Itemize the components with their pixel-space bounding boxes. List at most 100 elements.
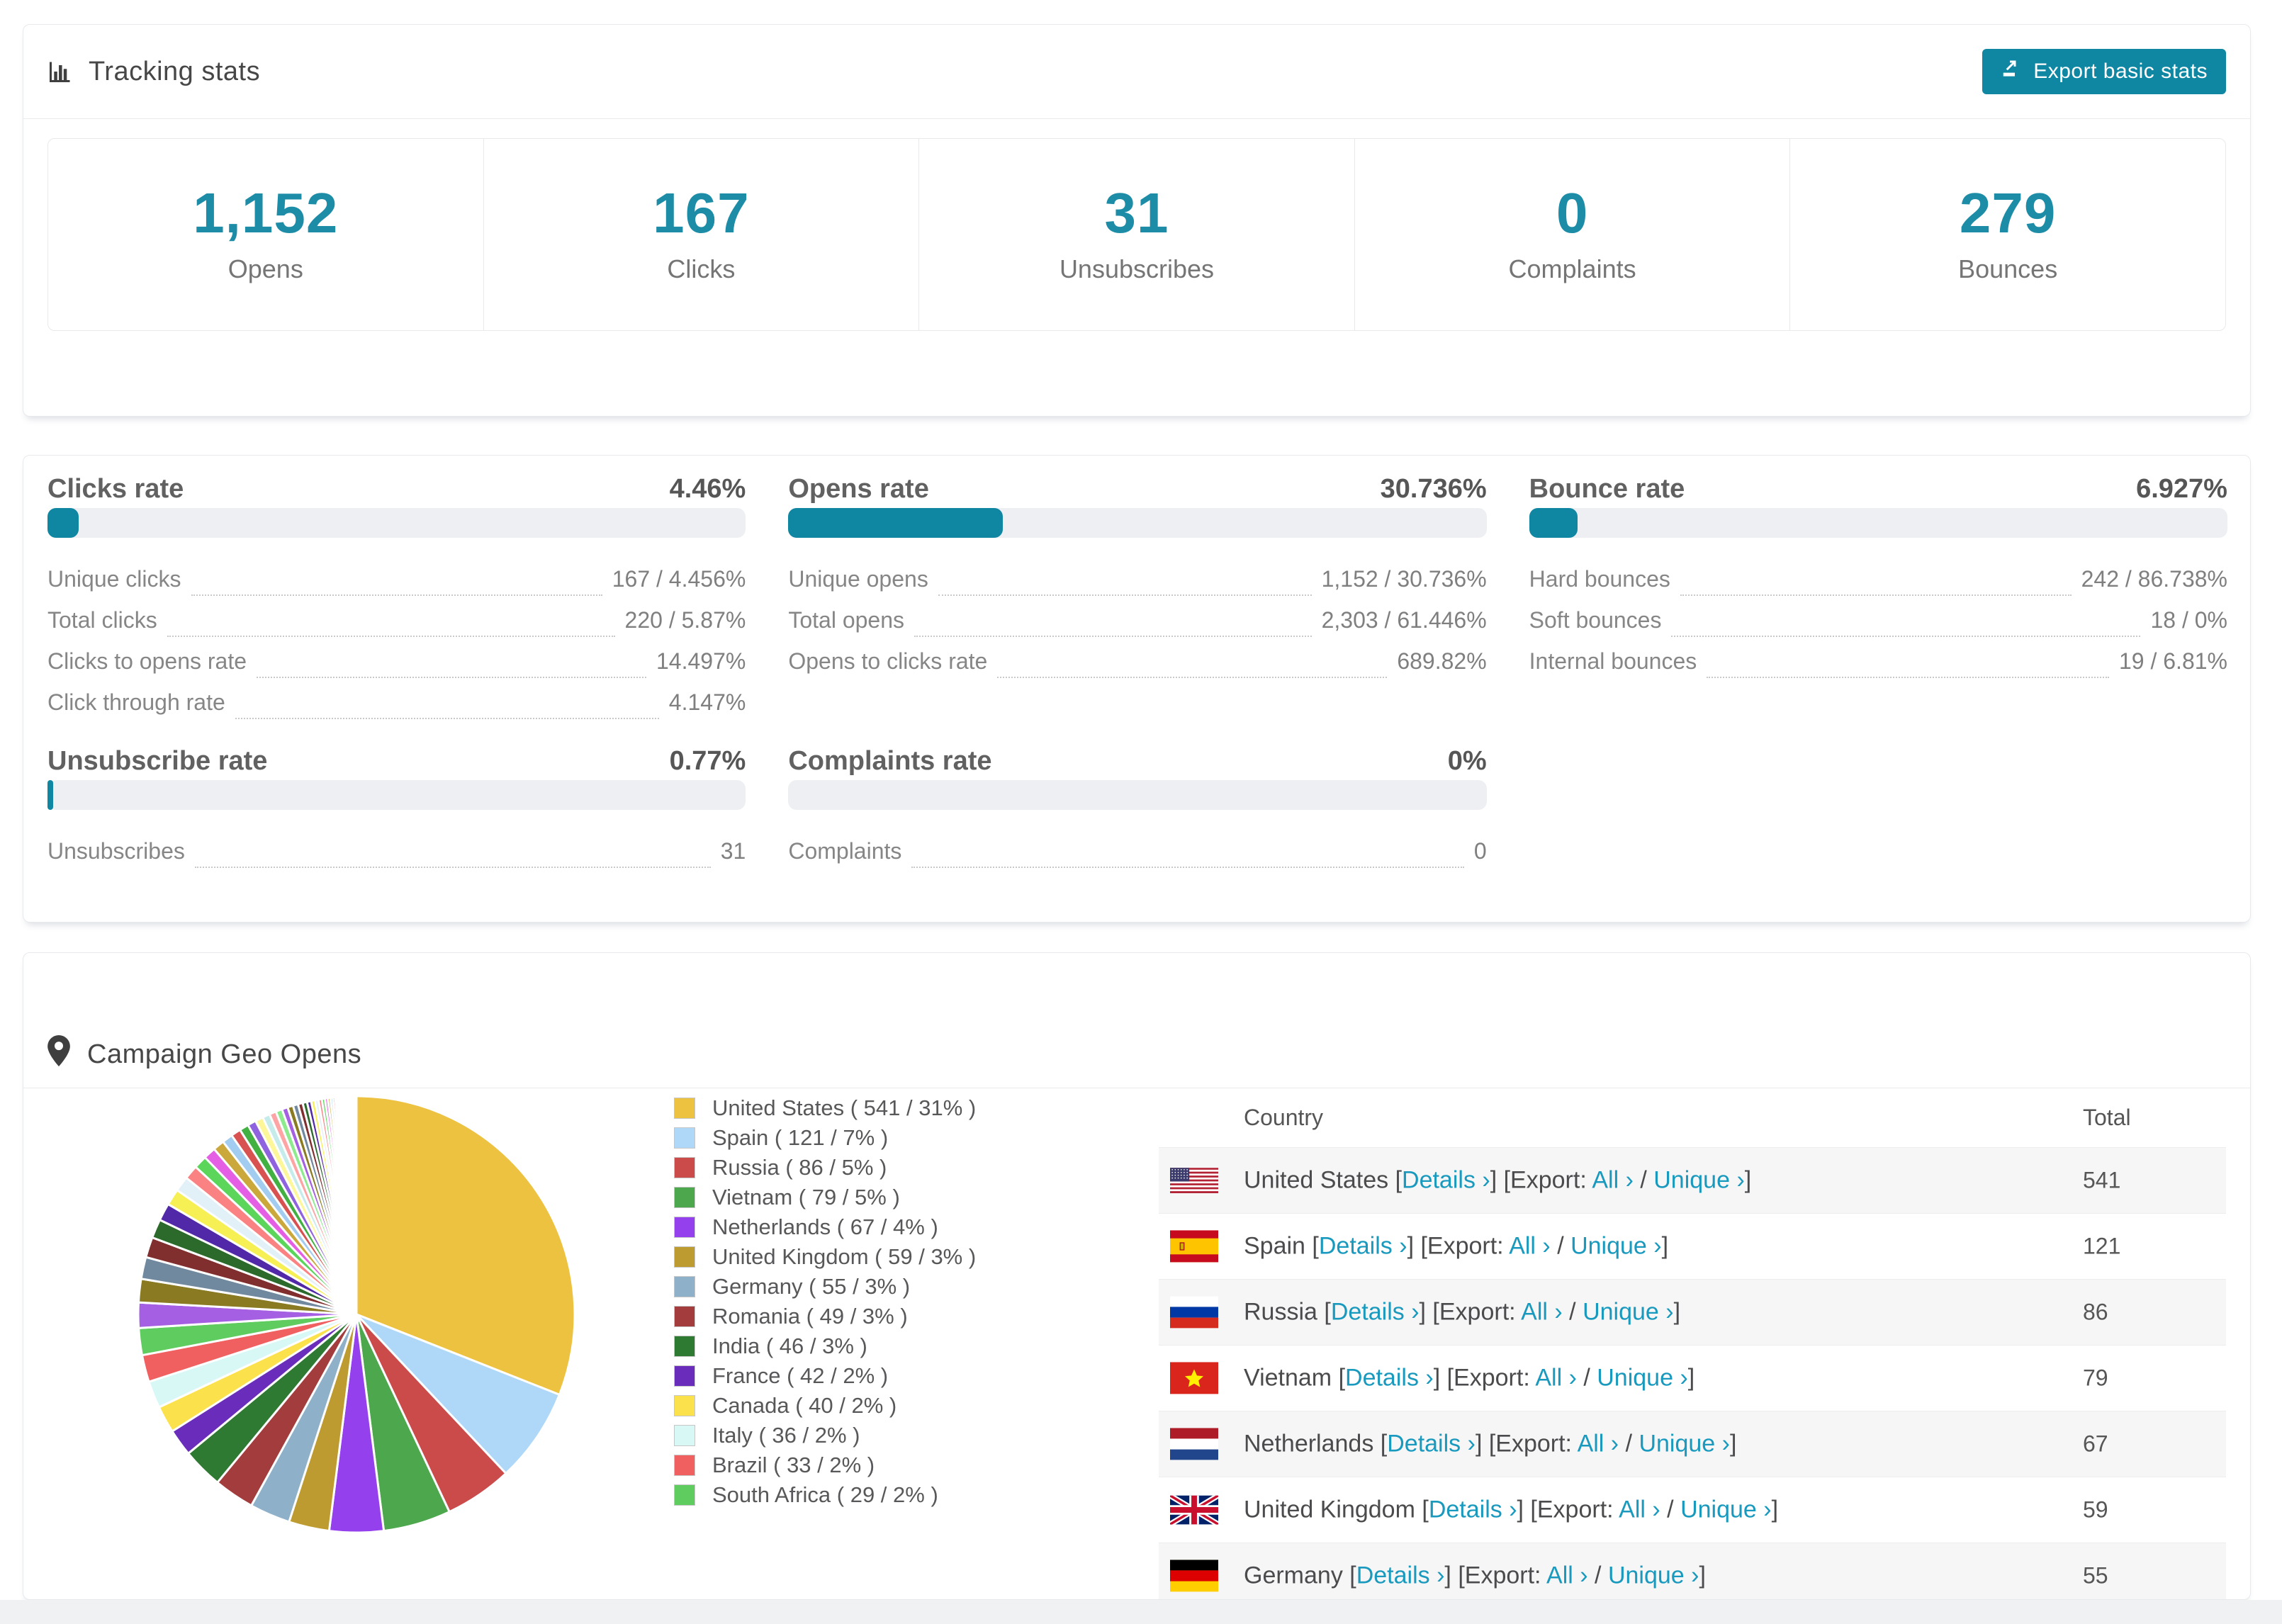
rate-block-complaints-rate: Complaints rate 0% Complaints 0	[788, 742, 1487, 879]
rates-card: Clicks rate 4.46% Unique clicks 167 / 4.456…	[23, 455, 2251, 923]
dotted-leader	[235, 718, 659, 719]
legend-swatch	[674, 1246, 695, 1268]
vn-flag-icon	[1170, 1362, 1218, 1394]
slash-separator: /	[1619, 1430, 1639, 1457]
total-cell: 59	[2083, 1496, 2108, 1523]
legend-swatch	[674, 1455, 695, 1476]
bracket: [	[1349, 1562, 1356, 1589]
rate-value: 30.736%	[1380, 473, 1487, 504]
export-all-link[interactable]: All ›	[1619, 1496, 1660, 1523]
dotted-leader	[194, 867, 711, 868]
bracket: [	[1312, 1232, 1319, 1260]
export-all-link[interactable]: All ›	[1578, 1431, 1619, 1457]
legend-label: United States ( 541 / 31% )	[712, 1095, 977, 1120]
details-link[interactable]: Details ›	[1319, 1233, 1407, 1260]
bracket: ]	[1744, 1166, 1752, 1194]
export-unique-link[interactable]: Unique ›	[1608, 1562, 1699, 1589]
export-all-link[interactable]: All ›	[1509, 1233, 1551, 1260]
rate-value: 0.77%	[669, 745, 746, 776]
country-cell: Russia [Details ›] [Export: All › / Uniq…	[1244, 1299, 1680, 1326]
details-link[interactable]: Details ›	[1387, 1431, 1476, 1457]
campaign-geo-opens-card: Campaign Geo Opens United States ( 541 /…	[23, 952, 2251, 1600]
export-basic-stats-button[interactable]: Export basic stats	[1982, 49, 2226, 94]
table-row-ru: Russia [Details ›] [Export: All › / Uniq…	[1159, 1279, 2226, 1345]
legend-label: Brazil ( 33 / 2% )	[712, 1453, 875, 1477]
slash-separator: /	[1633, 1166, 1654, 1194]
stat-label: Unsubscribes	[1059, 254, 1215, 283]
rates-grid: Clicks rate 4.46% Unique clicks 167 / 4.456…	[47, 470, 2227, 879]
rate-row: Click through rate 4.147%	[47, 689, 746, 731]
rate-rows: Unique opens 1,152 / 30.736% Total opens 2,…	[788, 566, 1487, 689]
us-flag-icon	[1170, 1168, 1218, 1193]
export-all-link[interactable]: All ›	[1521, 1299, 1563, 1326]
rate-rows: Unique clicks 167 / 4.456% Total clicks 220…	[47, 566, 746, 731]
export-unique-link[interactable]: Unique ›	[1597, 1365, 1688, 1392]
rate-title: Unsubscribe rate	[47, 745, 268, 776]
rate-row: Clicks to opens rate 14.497%	[47, 648, 746, 689]
bracket: ]	[1673, 1298, 1681, 1326]
stat-value: 1,152	[193, 181, 339, 244]
legend-item: Spain ( 121 / 7% )	[674, 1123, 976, 1153]
rate-block-clicks-rate: Clicks rate 4.46% Unique clicks 167 / 4.456…	[47, 470, 746, 731]
rate-row-label: Internal bounces	[1529, 648, 1697, 674]
geo-opens-table: Country Total United States [Details ›] …	[1159, 1088, 2226, 1599]
geo-opens-pie-chart[interactable]	[130, 1088, 583, 1541]
rate-rows: Unsubscribes 31	[47, 838, 746, 879]
export-prefix: ] [Export:	[1475, 1430, 1578, 1457]
country-cell: Netherlands [Details ›] [Export: All › /…	[1244, 1431, 1736, 1458]
country-name: United Kingdom	[1244, 1496, 1422, 1523]
legend-swatch	[674, 1484, 695, 1506]
tracking-stats-card: Tracking stats Export basic stats 1,152 O…	[23, 24, 2251, 417]
rate-block-bounce-rate: Bounce rate 6.927% Hard bounces 242 / 86.73…	[1529, 470, 2227, 731]
rate-row: Unique opens 1,152 / 30.736%	[788, 566, 1487, 607]
export-unique-link[interactable]: Unique ›	[1570, 1233, 1662, 1260]
de-flag-icon	[1170, 1560, 1218, 1592]
slash-separator: /	[1576, 1364, 1597, 1392]
legend-item: France ( 42 / 2% )	[674, 1361, 976, 1391]
export-all-link[interactable]: All ›	[1546, 1562, 1588, 1589]
details-link[interactable]: Details ›	[1345, 1365, 1434, 1392]
details-link[interactable]: Details ›	[1402, 1167, 1490, 1194]
legend-label: South Africa ( 29 / 2% )	[712, 1482, 938, 1507]
rate-row-label: Clicks to opens rate	[47, 648, 247, 674]
export-unique-link[interactable]: Unique ›	[1680, 1496, 1772, 1523]
export-all-link[interactable]: All ›	[1592, 1167, 1634, 1194]
details-link[interactable]: Details ›	[1331, 1299, 1420, 1326]
rate-block-header: Complaints rate 0%	[788, 742, 1486, 780]
export-icon	[2001, 58, 2022, 85]
table-row-us: United States [Details ›] [Export: All ›…	[1159, 1147, 2226, 1213]
export-unique-link[interactable]: Unique ›	[1653, 1167, 1745, 1194]
rate-progress-bar	[788, 508, 1487, 538]
export-unique-link[interactable]: Unique ›	[1639, 1431, 1730, 1457]
rate-progress-bar	[1529, 508, 2227, 538]
table-row-vn: Vietnam [Details ›] [Export: All › / Uni…	[1159, 1345, 2226, 1411]
table-row-nl: Netherlands [Details ›] [Export: All › /…	[1159, 1411, 2226, 1477]
legend-swatch	[674, 1336, 695, 1357]
total-cell: 79	[2083, 1365, 2108, 1391]
rate-row-value: 19 / 6.81%	[2118, 648, 2227, 674]
rate-row-value: 2,303 / 61.446%	[1321, 607, 1487, 633]
summary-stats-box: 1,152 Opens 167 Clicks 31 Unsubscribes 0 Compla…	[47, 138, 2226, 331]
legend-item: Netherlands ( 67 / 4% )	[674, 1212, 976, 1242]
rate-row: Complaints 0	[788, 838, 1487, 879]
dotted-leader	[1671, 636, 2141, 637]
legend-label: India ( 46 / 3% )	[712, 1333, 867, 1358]
stat-cell-bounces: 279 Bounces	[1790, 139, 2225, 330]
rate-block-unsubscribe-rate: Unsubscribe rate 0.77% Unsubscribes 31	[47, 742, 746, 879]
export-unique-link[interactable]: Unique ›	[1583, 1299, 1674, 1326]
rate-value: 6.927%	[2136, 473, 2227, 504]
details-link[interactable]: Details ›	[1356, 1562, 1445, 1589]
export-all-link[interactable]: All ›	[1535, 1365, 1577, 1392]
dotted-leader	[191, 594, 602, 596]
bracket: [	[1422, 1496, 1429, 1523]
details-link[interactable]: Details ›	[1429, 1496, 1517, 1523]
campaign-geo-opens-title: Campaign Geo Opens	[47, 1035, 361, 1073]
rate-row-label: Hard bounces	[1529, 566, 1670, 592]
bracket: ]	[1687, 1364, 1695, 1392]
stat-value: 167	[653, 181, 750, 244]
map-pin-icon	[47, 1035, 70, 1073]
rate-row: Internal bounces 19 / 6.81%	[1529, 648, 2227, 689]
tracking-stats-title: Tracking stats	[47, 57, 260, 87]
legend-item: United States ( 541 / 31% )	[674, 1093, 976, 1123]
legend-label: Italy ( 36 / 2% )	[712, 1423, 860, 1448]
